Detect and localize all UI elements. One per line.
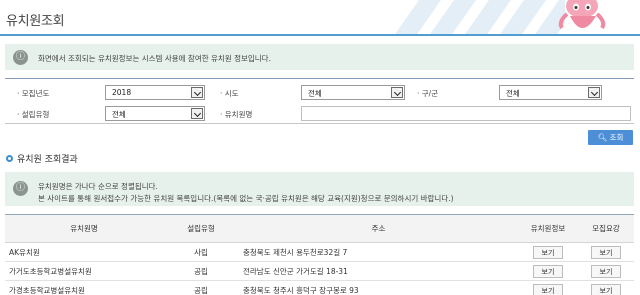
chevron-down-icon[interactable] [191,108,203,119]
page-title: 유치원조회 [6,14,65,29]
table-row: 가거도초등학교병설유치원 공립 전라남도 신안군 가거도길 18-31 보기 보… [5,261,634,281]
view-info-button[interactable]: 보기 [533,264,563,278]
results-notice-line-1: 유치원명은 가나다 순으로 정렬됩니다. [38,182,158,191]
address: 충청북도 제천시 용두천로32길 7 [239,242,518,262]
info-notice: ⓘ 화면에서 조회되는 유치원정보는 시스템 사용에 참여한 유치원 정보입니다… [5,44,634,70]
chevron-down-icon[interactable] [191,87,203,98]
bullet-icon [6,155,13,162]
results-notice: ⓘ 유치원명은 가나다 순으로 정렬됩니다. 본 사이트를 통해 원서접수가 가… [5,172,634,206]
table-header-row: 유치원명 설립유형 주소 유치원정보 모집요강 [5,214,634,243]
search-row-1: · 모집년도 2018 · 시도 전체 · 구/군 전체 [5,82,634,104]
search-form: · 모집년도 2018 · 시도 전체 · 구/군 전체 · 설립유형 전체 ·… [5,78,634,124]
info-cell: 보기 [518,261,578,281]
gugun-select[interactable]: 전체 [499,85,602,100]
info-cell: 보기 [518,280,578,295]
view-recruitment-button[interactable]: 보기 [591,245,621,259]
gugun-select-value: 전체 [506,89,520,98]
column-header-type: 설립유형 [163,214,239,243]
establishment-type: 사립 [163,242,239,262]
recruitment-cell: 보기 [578,261,634,281]
recruitment-cell: 보기 [578,242,634,262]
info-icon: ⓘ [13,181,28,196]
view-info-button[interactable]: 보기 [533,283,563,295]
address: 충청북도 청주시 흥덕구 장구봉로 93 [239,280,518,295]
table-row: 가경초등학교병설유치원 공립 충청북도 청주시 흥덕구 장구봉로 93 보기 보… [5,280,634,295]
mascot-illustration [540,0,640,34]
type-select[interactable]: 전체 [105,106,205,121]
view-recruitment-button[interactable]: 보기 [591,283,621,295]
notice-text: 화면에서 조회되는 유치원정보는 시스템 사용에 참여한 유치원 정보입니다. [38,54,271,63]
column-header-info: 유치원정보 [518,214,578,243]
search-button-label: 조회 [609,133,624,142]
establishment-type: 공립 [163,280,239,295]
results-notice-line-2: 본 사이트를 통해 원서접수가 가능한 유치원 목록입니다.(목록에 없는 국·… [38,194,454,203]
column-header-address: 주소 [239,214,518,243]
info-icon: ⓘ [13,50,28,65]
type-label: · 설립유형 [17,110,50,119]
recruitment-cell: 보기 [578,280,634,295]
column-header-name: 유치원명 [5,214,163,243]
page-header: 유치원조회 [0,0,640,36]
view-recruitment-button[interactable]: 보기 [591,264,621,278]
sido-select[interactable]: 전체 [301,85,405,100]
year-select-value: 2018 [112,88,132,97]
establishment-type: 공립 [163,261,239,281]
type-select-value: 전체 [112,110,126,119]
gugun-label: · 구/군 [417,89,439,98]
info-cell: 보기 [518,242,578,262]
view-info-button[interactable]: 보기 [533,245,563,259]
results-title: 유치원 조회결과 [17,155,78,165]
search-icon: 🔍︎ [597,133,608,142]
sido-select-value: 전체 [308,89,322,98]
header-divider [0,34,640,36]
search-button[interactable]: 🔍︎ 조회 [588,130,633,145]
table-row: AK유치원 사립 충청북도 제천시 용두천로32길 7 보기 보기 [5,242,634,262]
chevron-down-icon[interactable] [588,87,600,98]
chevron-down-icon[interactable] [391,87,403,98]
sido-label: · 시도 [220,89,239,98]
kindergarten-name: AK유치원 [5,242,163,262]
search-row-2: · 설립유형 전체 · 유치원명 [5,103,634,125]
year-label: · 모집년도 [17,89,50,98]
results-table: 유치원명 설립유형 주소 유치원정보 모집요강 AK유치원 사립 충청북도 제천… [5,214,634,295]
year-select[interactable]: 2018 [105,85,205,100]
kindergarten-name: 가경초등학교병설유치원 [5,280,163,295]
kindergarten-name: 가거도초등학교병설유치원 [5,261,163,281]
column-header-recruitment: 모집요강 [578,214,634,243]
kindergarten-name-input[interactable] [301,106,631,121]
name-label: · 유치원명 [220,110,253,119]
address: 전라남도 신안군 가거도길 18-31 [239,261,518,281]
